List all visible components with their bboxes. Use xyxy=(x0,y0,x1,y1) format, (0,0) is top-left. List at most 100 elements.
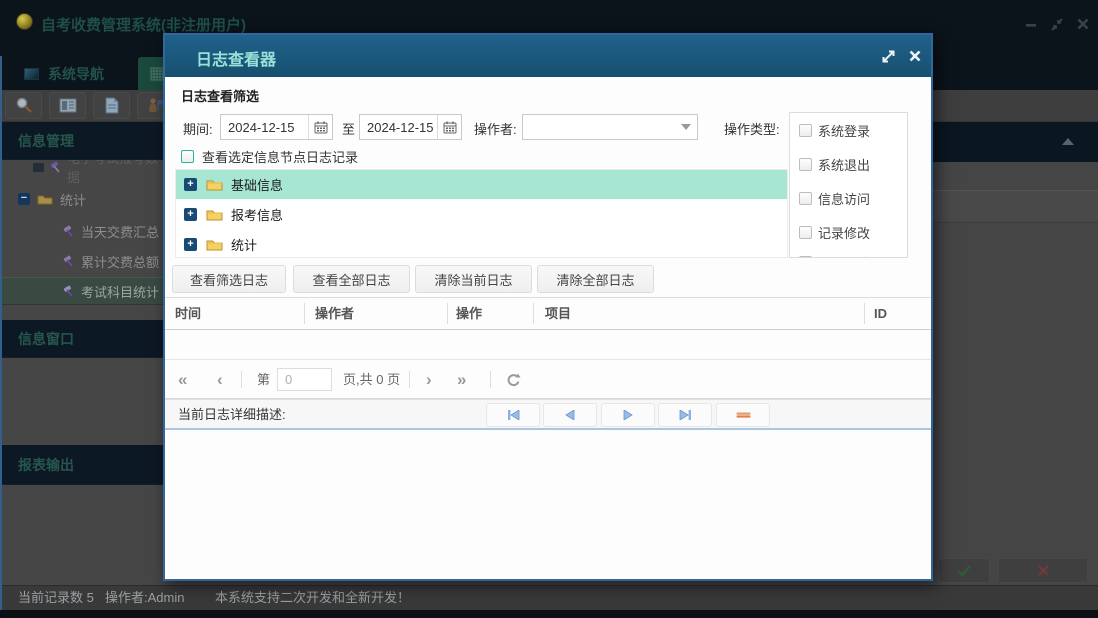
expand-icon xyxy=(882,50,894,62)
column-header-operator[interactable]: 操作者 xyxy=(315,297,354,330)
sidebar-folder-stats[interactable]: − 统计 xyxy=(0,186,165,212)
confirm-button[interactable] xyxy=(938,558,990,583)
clear-current-logs-button[interactable]: 清除当前日志 xyxy=(415,265,532,293)
sidebar-item-label: 当天交费汇总 xyxy=(81,224,160,240)
next-record-icon xyxy=(623,410,633,420)
dropdown-button[interactable] xyxy=(675,115,697,139)
tab-system-nav[interactable]: 系统导航 xyxy=(8,57,136,90)
column-divider xyxy=(533,303,534,324)
expand-plus-icon[interactable]: + xyxy=(184,208,197,221)
system-nav-icon xyxy=(24,67,39,80)
sidebar-section-info-window[interactable]: 信息窗口 xyxy=(0,320,165,358)
tree-item-registration-info[interactable]: + 报考信息 xyxy=(176,200,787,229)
calendar-button[interactable] xyxy=(437,115,461,139)
checkbox-icon[interactable] xyxy=(799,158,812,171)
prev-page-button[interactable]: ‹ xyxy=(217,360,223,399)
sidebar-section-info-management[interactable]: 信息管理 xyxy=(0,122,165,160)
restore-button[interactable] xyxy=(1046,14,1068,34)
folder-icon xyxy=(206,208,223,221)
section-info-label: 信息管理 xyxy=(18,132,74,149)
first-page-button[interactable]: « xyxy=(178,360,187,399)
hammer-icon xyxy=(63,255,73,267)
dialog-title: 日志查看器 xyxy=(196,52,277,69)
dialog-tree: + 基础信息 + 报考信息 + 统计 xyxy=(175,169,788,258)
sidebar-section-report-output[interactable]: 报表输出 xyxy=(0,445,165,485)
date-to-input[interactable] xyxy=(360,119,437,135)
page-number-input[interactable] xyxy=(277,368,332,391)
close-window-button[interactable] xyxy=(1072,14,1094,34)
dialog-header[interactable] xyxy=(165,35,931,77)
record-remove-button[interactable] xyxy=(716,403,770,427)
view-all-logs-button[interactable]: 查看全部日志 xyxy=(293,265,410,293)
type-option-label: 记录删除 xyxy=(818,253,870,257)
column-divider xyxy=(864,303,865,324)
checkbox-icon[interactable] xyxy=(799,256,812,257)
column-header-operation[interactable]: 操作 xyxy=(456,297,482,330)
operator-combo[interactable] xyxy=(522,114,698,140)
column-header-id[interactable]: ID xyxy=(874,297,887,330)
sidebar-item-cumulative-total[interactable]: 累计交费总额 xyxy=(0,248,165,274)
column-header-time[interactable]: 时间 xyxy=(175,297,201,330)
record-prev-button[interactable] xyxy=(543,403,597,427)
node-filter-checkbox-row[interactable]: 查看选定信息节点日志记录 xyxy=(181,147,358,166)
calendar-button[interactable] xyxy=(308,115,332,139)
type-option-label: 记录修改 xyxy=(818,226,871,241)
sidebar-item-subject-stats-selected[interactable]: 考试科目统计 xyxy=(0,277,165,305)
type-option-logout[interactable]: 系统退出 xyxy=(799,155,870,174)
button-label: 清除当前日志 xyxy=(434,272,513,288)
type-option-record-delete[interactable]: 记录删除 xyxy=(799,253,870,257)
tree-item-label: 统计 xyxy=(231,238,258,253)
record-first-button[interactable] xyxy=(486,403,540,427)
grid-icon xyxy=(150,67,164,80)
pager-divider xyxy=(490,371,491,388)
view-filtered-logs-button[interactable]: 查看筛选日志 xyxy=(172,265,286,293)
clear-all-logs-button[interactable]: 清除全部日志 xyxy=(537,265,654,293)
node-filter-label: 查看选定信息节点日志记录 xyxy=(202,150,359,165)
operator-input[interactable] xyxy=(523,119,675,135)
search-button[interactable] xyxy=(5,92,42,119)
date-to-field[interactable] xyxy=(359,114,462,140)
card-view-button[interactable] xyxy=(49,92,86,119)
next-page-button[interactable]: › xyxy=(426,360,432,399)
sidebar-item-label: 累计交费总额 xyxy=(81,254,160,270)
type-option-record-modify[interactable]: 记录修改 xyxy=(799,223,870,242)
checkbox-icon[interactable] xyxy=(799,124,812,137)
tree-item-basic-info[interactable]: + 基础信息 xyxy=(176,170,787,199)
search-icon xyxy=(16,97,32,113)
cancel-button[interactable] xyxy=(998,558,1088,583)
column-header-project[interactable]: 项目 xyxy=(545,297,571,330)
dialog-close-button[interactable] xyxy=(906,47,924,65)
empty-grid-row xyxy=(165,330,931,360)
folder-icon xyxy=(206,178,223,191)
type-option-info-access[interactable]: 信息访问 xyxy=(799,189,870,208)
dialog-expand-button[interactable] xyxy=(879,47,897,65)
x-icon xyxy=(1037,565,1049,576)
sidebar-item-today-total[interactable]: 当天交费汇总 xyxy=(0,218,165,244)
record-next-button[interactable] xyxy=(601,403,655,427)
date-from-input[interactable] xyxy=(221,119,308,135)
folder-icon xyxy=(37,195,53,205)
type-option-login[interactable]: 系统登录 xyxy=(799,121,870,140)
tree-item-statistics[interactable]: + 统计 xyxy=(176,230,787,257)
page-label: 第 xyxy=(257,372,271,387)
date-from-field[interactable] xyxy=(220,114,333,140)
refresh-button[interactable] xyxy=(505,372,521,393)
expand-plus-icon[interactable]: + xyxy=(184,238,197,251)
calendar-icon xyxy=(443,121,456,133)
sidebar-item-clipped[interactable]: 电子考试报考数据 xyxy=(0,160,165,185)
sidebar-item-label: 考试科目统计 xyxy=(81,284,160,300)
checkbox-icon[interactable] xyxy=(181,150,194,163)
prev-record-icon xyxy=(565,410,575,420)
document-button[interactable] xyxy=(93,92,130,119)
collapse-expander-icon[interactable]: − xyxy=(18,193,30,205)
column-divider xyxy=(447,303,448,324)
collapse-arrow-icon[interactable] xyxy=(1062,138,1074,145)
hammer-icon xyxy=(63,285,73,297)
minimize-button[interactable] xyxy=(1020,14,1042,34)
checkbox-icon[interactable] xyxy=(799,192,812,205)
expand-plus-icon[interactable]: + xyxy=(184,178,197,191)
checkbox-icon[interactable] xyxy=(799,226,812,239)
section-window-label: 信息窗口 xyxy=(18,330,74,347)
last-page-button[interactable]: » xyxy=(457,360,466,399)
record-last-button[interactable] xyxy=(658,403,712,427)
